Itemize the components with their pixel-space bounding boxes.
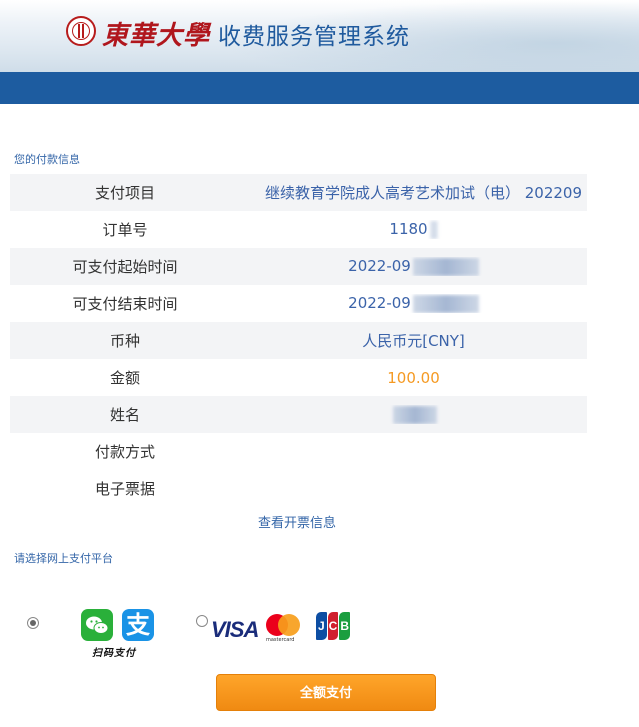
scan-pay-radio[interactable]: [27, 617, 39, 629]
currency-value: 人民币元[CNY]: [362, 332, 465, 350]
row-label: 可支付结束时间: [72, 295, 178, 313]
card-pay-radio[interactable]: [196, 615, 208, 627]
row-label: 付款方式: [94, 443, 155, 461]
jcb-b: B: [339, 612, 351, 640]
start-time-value: 2022-09: [240, 257, 587, 276]
alipay-icon[interactable]: 支: [122, 609, 154, 641]
jcb-logo-icon[interactable]: J C B: [316, 612, 351, 640]
row-label: 电子票据: [94, 480, 155, 498]
university-name: 東華大學: [102, 21, 211, 51]
payment-item-value: 继续教育学院成人高考艺术加试（电） 202209: [264, 184, 583, 202]
table-row: 付款方式: [10, 433, 587, 470]
table-row: 订单号 1180: [10, 211, 587, 248]
row-label: 姓名: [109, 406, 140, 424]
row-label: 币种: [109, 332, 140, 350]
table-row: 可支付起始时间 2022-09: [10, 248, 587, 285]
name-value: [240, 405, 587, 424]
payment-info-table: 支付项目 继续教育学院成人高考艺术加试（电） 202209 订单号 1180 可…: [10, 174, 587, 507]
redacted-blur: [392, 405, 437, 424]
table-row: 可支付结束时间 2022-09: [10, 285, 587, 322]
table-row: 姓名: [10, 396, 587, 433]
row-label: 金额: [109, 369, 140, 387]
table-row: 支付项目 继续教育学院成人高考艺术加试（电） 202209: [10, 174, 587, 211]
wechat-bubbles-icon: [86, 616, 109, 634]
payment-platform-options: 支 扫码支付 VISA mastercard J C B: [0, 600, 639, 670]
site-header: 東華大學 收费服务管理系统: [0, 0, 639, 72]
start-time-text: 2022-09: [348, 257, 411, 276]
redacted-blur: [412, 294, 479, 313]
nav-bar: [0, 72, 639, 104]
redacted-blur: [429, 220, 438, 239]
jcb-c: C: [327, 612, 339, 640]
amount-value: 100.00: [387, 368, 440, 387]
payment-info-title: 您的付款信息: [14, 153, 80, 166]
university-logo-icon: [66, 16, 96, 46]
order-number-text: 1180: [389, 220, 428, 239]
end-time-value: 2022-09: [240, 294, 587, 313]
table-row: 币种 人民币元[CNY]: [10, 322, 587, 359]
table-row: 金额 100.00: [10, 359, 587, 396]
logo-mark: [78, 24, 84, 38]
jcb-j: J: [316, 612, 327, 640]
end-time-text: 2022-09: [348, 294, 411, 313]
mastercard-logo-icon[interactable]: mastercard: [266, 614, 300, 644]
redacted-blur: [412, 257, 479, 276]
table-row: 电子票据: [10, 470, 587, 507]
wechat-pay-icon[interactable]: [81, 609, 113, 641]
order-number-value: 1180: [240, 220, 587, 239]
row-label: 可支付起始时间: [72, 258, 178, 276]
pay-full-button[interactable]: 全额支付: [216, 674, 436, 711]
visa-logo[interactable]: VISA: [211, 617, 259, 643]
mastercard-orange-circle: [278, 614, 300, 636]
scan-pay-label: 扫码支付: [92, 648, 136, 659]
row-label: 订单号: [102, 221, 148, 239]
payment-platform-title: 请选择网上支付平台: [14, 552, 113, 565]
mastercard-text: mastercard: [266, 637, 295, 643]
row-label: 支付项目: [94, 184, 155, 202]
view-invoice-link[interactable]: 查看开票信息: [258, 512, 336, 531]
system-title: 收费服务管理系统: [218, 24, 410, 50]
